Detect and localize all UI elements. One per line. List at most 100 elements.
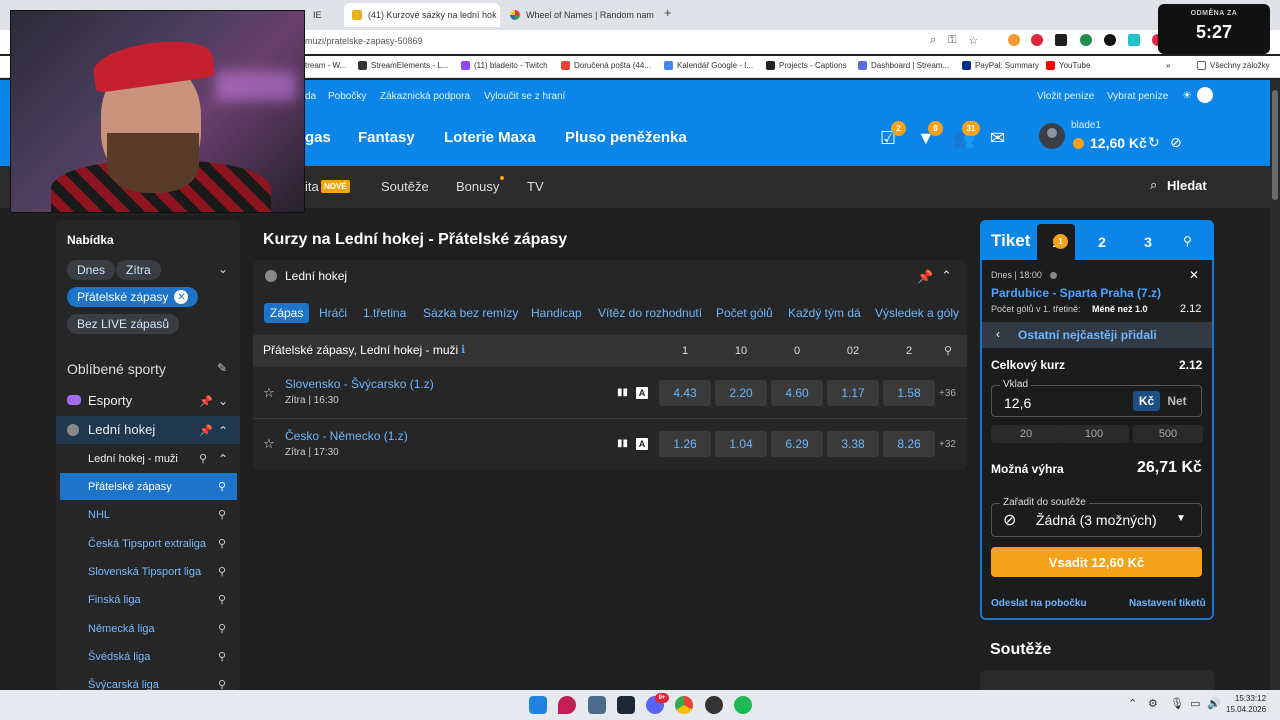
odd-button[interactable]: 4.43 xyxy=(659,380,711,406)
extension-icon[interactable] xyxy=(1104,34,1116,46)
chip-tomorrow[interactable]: Zítra xyxy=(116,260,161,280)
pin-icon[interactable]: ⚲ xyxy=(218,565,226,578)
close-tab-icon[interactable]: ✕ xyxy=(654,10,658,21)
mail-icon[interactable]: ✉ xyxy=(990,128,1005,149)
remove-filter-icon[interactable]: ✕ xyxy=(174,290,189,304)
username[interactable]: blade1 xyxy=(1071,120,1101,131)
key-icon[interactable]: ⚿ xyxy=(948,34,956,47)
others-added-link[interactable]: Ostatní nejčastěji přidali xyxy=(1018,328,1157,342)
extension-icon[interactable] xyxy=(1031,34,1043,46)
new-tab-icon[interactable]: + xyxy=(664,5,672,20)
tray-overflow-icon[interactable]: ⌃ xyxy=(1128,697,1137,710)
close-tab-icon[interactable]: ✕ xyxy=(497,10,500,21)
quick-stake[interactable]: 500 xyxy=(1133,425,1203,443)
extension-icon[interactable] xyxy=(1128,34,1140,46)
chip-today[interactable]: Dnes xyxy=(67,260,116,280)
odd-button[interactable]: 3.38 xyxy=(827,431,879,457)
stake-value[interactable]: 12,6 xyxy=(1004,395,1031,411)
pin-icon[interactable]: ⚲ xyxy=(1183,234,1192,248)
market-tab-handicap[interactable]: Handicap xyxy=(525,303,588,323)
pin-icon[interactable]: 📌 xyxy=(917,269,933,285)
match-link[interactable]: Slovensko - Švýcarsko (1.z) xyxy=(285,377,434,391)
chip-no-live[interactable]: Bez LIVE zápasů xyxy=(67,314,180,334)
avatar[interactable] xyxy=(1039,123,1065,149)
market-tab-goals[interactable]: Počet gólů xyxy=(710,303,779,323)
league-finnish[interactable]: Finská liga xyxy=(88,594,141,606)
nav-vegas[interactable]: gas xyxy=(305,129,331,146)
nav-wallet[interactable]: Pluso peněženka xyxy=(565,129,687,146)
ticket-tab-2[interactable]: 2 xyxy=(1083,224,1121,260)
sport-ice-hockey[interactable]: Lední hokej xyxy=(88,422,155,437)
odd-button[interactable]: 1.17 xyxy=(827,380,879,406)
scrollbar-thumb[interactable] xyxy=(1272,90,1278,200)
chevron-left-icon[interactable]: ‹ xyxy=(996,327,1000,341)
search-icon[interactable]: ⌕ xyxy=(1150,177,1157,193)
bet-match[interactable]: Pardubice - Sparta Praha (7.z) xyxy=(991,286,1161,300)
market-tab-match[interactable]: Zápas xyxy=(264,303,310,323)
top-link-self-exclusion[interactable]: Vyloučit se z hraní xyxy=(484,91,565,102)
odd-button[interactable]: 4.60 xyxy=(771,380,823,406)
bookmark-item[interactable]: Doručená pošta (44... xyxy=(561,61,651,70)
browser-tab[interactable]: Wheel of Names | Random nam ✕ xyxy=(502,3,658,27)
ticket-settings-link[interactable]: Nastavení tiketů xyxy=(1129,598,1206,609)
odd-button[interactable]: 1.26 xyxy=(659,431,711,457)
odd-button[interactable]: 8.26 xyxy=(883,431,935,457)
league-friendly-matches[interactable]: Přátelské zápasy xyxy=(88,481,172,493)
top-link[interactable]: da xyxy=(305,91,316,102)
tray-steam-icon[interactable]: ⚙ xyxy=(1148,697,1158,710)
subnav-bonuses[interactable]: Bonusy xyxy=(456,179,499,194)
subnav-tv[interactable]: TV xyxy=(527,179,544,194)
favorite-star-icon[interactable]: ☆ xyxy=(263,436,275,452)
quick-stake[interactable]: 100 xyxy=(1059,425,1129,443)
market-tab-draw-no-bet[interactable]: Sázka bez remízy xyxy=(417,303,524,323)
balance[interactable]: 12,60 Kč xyxy=(1090,135,1147,151)
system-clock[interactable]: 15:33:12 15.04.2026 xyxy=(1226,693,1266,715)
chevron-up-icon[interactable]: ⌃ xyxy=(218,424,228,438)
currency-czk[interactable]: Kč xyxy=(1133,391,1160,411)
more-markets[interactable]: +36 xyxy=(939,388,956,399)
odd-button[interactable]: 1.04 xyxy=(715,431,767,457)
obs-icon[interactable] xyxy=(705,696,723,714)
extension-icon[interactable] xyxy=(1080,34,1092,46)
nav-fantasy[interactable]: Fantasy xyxy=(358,129,415,146)
browser-tab-active[interactable]: (41) Kurzové sázky na lední hok ✕ xyxy=(344,3,500,27)
bookmark-item[interactable]: Dashboard | Stream... xyxy=(858,61,949,70)
bookmark-item[interactable]: YouTube xyxy=(1046,61,1090,70)
all-bookmarks-button[interactable]: Všechny záložky xyxy=(1197,61,1270,70)
pin-icon[interactable]: ⚲ xyxy=(218,537,226,550)
bookmark-item[interactable]: StreamElements - L... xyxy=(358,61,448,70)
bookmark-item[interactable]: (11) bladeito - Twitch xyxy=(461,61,548,70)
dark-mode-toggle[interactable] xyxy=(1197,87,1213,103)
bookmark-star-icon[interactable]: ☆ xyxy=(969,34,979,47)
app-icon[interactable] xyxy=(558,696,576,714)
match-link[interactable]: Česko - Německo (1.z) xyxy=(285,429,408,443)
withdraw-link[interactable]: Vybrat peníze xyxy=(1107,91,1168,102)
odd-button[interactable]: 2.20 xyxy=(715,380,767,406)
pin-icon[interactable]: ⚲ xyxy=(944,344,952,357)
pin-icon[interactable]: ⚲ xyxy=(218,622,226,635)
animation-icon[interactable]: A xyxy=(636,387,648,399)
extension-icon[interactable] xyxy=(1055,34,1067,46)
edit-icon[interactable]: ✎ xyxy=(217,361,227,375)
close-icon[interactable]: ✕ xyxy=(1189,268,1199,282)
pin-icon[interactable]: ⚲ xyxy=(218,650,226,663)
zoom-icon[interactable]: ⌕ xyxy=(930,34,936,47)
subnav-partial[interactable]: ita xyxy=(305,179,319,194)
chevron-down-icon[interactable]: ⌄ xyxy=(218,262,228,276)
extension-icon[interactable] xyxy=(1008,34,1020,46)
currency-net[interactable]: Net xyxy=(1162,391,1192,411)
spotify-icon[interactable] xyxy=(734,696,752,714)
league-slovak-liga[interactable]: Slovenská Tipsport liga xyxy=(88,566,201,578)
league-german[interactable]: Německá liga xyxy=(88,623,155,635)
microphone-icon[interactable]: 🎙 xyxy=(1170,697,1184,710)
league-czech-extraliga[interactable]: Česká Tipsport extraliga xyxy=(88,538,206,550)
chrome-icon[interactable] xyxy=(675,696,693,714)
chevron-down-icon[interactable]: ⌄ xyxy=(218,394,228,408)
odd-button[interactable]: 6.29 xyxy=(771,431,823,457)
windows-start-icon[interactable] xyxy=(529,696,547,714)
quick-stake[interactable]: 20 xyxy=(991,425,1061,443)
search-button[interactable]: Hledat xyxy=(1167,178,1207,193)
pin-icon[interactable]: ⚲ xyxy=(218,508,226,521)
pin-icon[interactable]: ⚲ xyxy=(218,480,226,493)
ticket-tab-3[interactable]: 3 xyxy=(1129,224,1167,260)
